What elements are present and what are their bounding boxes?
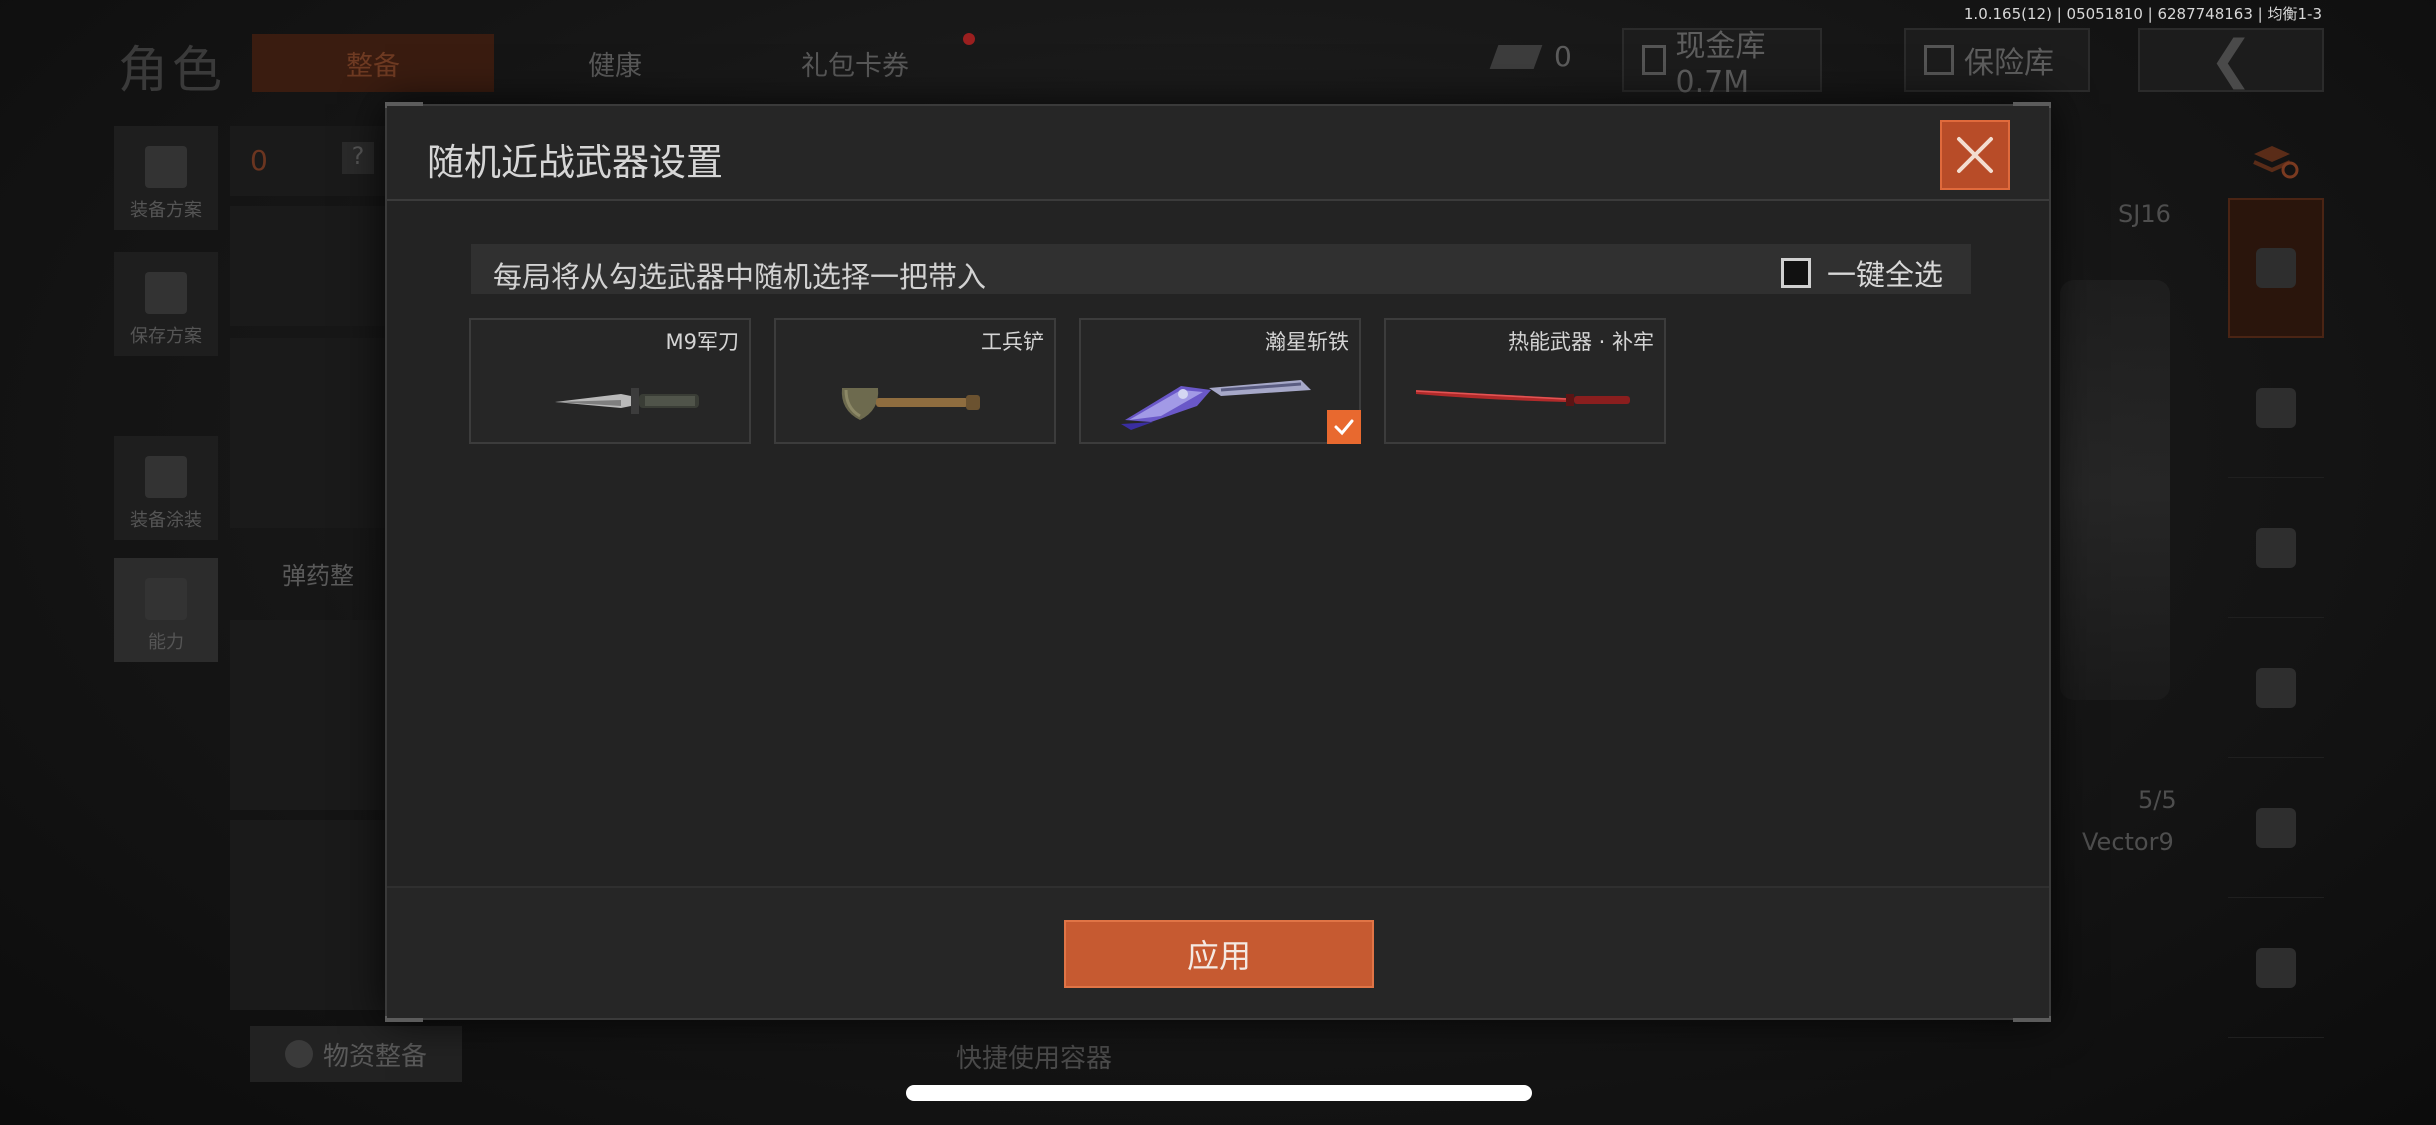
inventory-header: 0 ? [230,126,386,196]
close-button[interactable] [1940,120,2010,190]
cash-vault-label: 现金库 0.7M [1675,28,1766,100]
weapon-card-shovel[interactable]: 工兵铲 [774,318,1056,444]
left-menu-ability[interactable]: 能力 [114,558,218,662]
left-menu-label: 能力 [148,632,184,653]
weapon-card-thermal[interactable]: 热能武器 · 补牢 [1384,318,1666,444]
weapon-slot-label: SJ16 [2118,200,2171,228]
dialog-footer: 应用 [387,886,2049,1018]
rifle-icon [2256,527,2296,568]
purple-blade-icon [1121,380,1311,430]
random-melee-weapon-dialog: 随机近战武器设置 每局将从勾选武器中随机选择一把带入 一键全选 M9军刀 工兵铲 [385,102,2051,1022]
instruction-text: 每局将从勾选武器中随机选择一把带入 [493,260,987,294]
dialog-header: 随机近战武器设置 [387,106,2049,201]
select-all-checkbox[interactable] [1780,258,1811,288]
currency-icon [1489,44,1543,69]
weapon-name: M9军刀 [665,330,739,354]
safe-label: 保险库 [1964,46,2054,81]
weapon-slot-label: Vector9 [2082,828,2174,856]
help-icon[interactable]: ? [342,142,374,174]
supplies-label: 物资整备 [322,1041,427,1072]
safe-icon [1924,45,1954,75]
weapon-card-star-blade[interactable]: 瀚星斩铁 [1079,318,1361,444]
shovel-icon [841,388,980,420]
select-all-label: 一键全选 [1826,258,1943,292]
rifle-image [2060,280,2170,700]
safe-vault-button[interactable]: 保险库 [1904,28,2090,92]
notification-dot [963,33,975,45]
category-ammo[interactable] [2228,758,2324,898]
tab-loadout[interactable]: 整备 [252,34,494,92]
scope-icon [2256,947,2296,988]
inventory-count: 0 [250,144,268,177]
dialog-title: 随机近战武器设置 [427,141,723,184]
category-rifle[interactable] [2228,478,2324,618]
back-button[interactable]: ❮ [2138,28,2324,92]
category-armor[interactable] [2228,198,2324,338]
weapon-name: 热能武器 · 补牢 [1507,330,1654,354]
slot-panel [230,338,386,528]
helmet-icon [2256,387,2296,428]
helmet-icon [145,456,187,498]
lightning-icon [145,578,187,620]
left-menu-label: 装备涂装 [130,510,202,531]
stack-refresh-icon[interactable] [2250,140,2300,180]
check-icon [1334,419,1354,436]
cash-vault-icon [1642,45,1666,75]
weapon-selected-checkbox[interactable] [1327,410,1361,444]
currency-display: 0 [1489,40,1572,73]
quick-container-label: 快捷使用容器 [956,1044,1113,1074]
close-icon [1957,137,1993,173]
category-helmet[interactable] [2228,338,2324,478]
category-magazine[interactable] [2228,618,2324,758]
bullet-icon [2256,807,2296,848]
category-scope[interactable] [2228,898,2324,1038]
apply-button[interactable]: 应用 [1064,920,1374,988]
left-menu-label: 保存方案 [130,326,202,347]
ammo-label: 弹药整 [282,562,354,590]
left-menu-label: 装备方案 [130,200,202,221]
left-menu-loadout-plan[interactable]: 装备方案 [114,126,218,230]
home-indicator[interactable] [906,1085,1532,1101]
red-katana-icon [1416,390,1630,406]
slot-panel [230,820,386,1010]
tab-health[interactable]: 健康 [540,34,690,92]
page-title: 角色 [118,41,226,99]
select-all-toggle[interactable]: 一键全选 [1780,252,1943,294]
instruction-bar: 每局将从勾选武器中随机选择一把带入 一键全选 [471,244,1971,294]
left-menu-skin[interactable]: 装备涂装 [114,436,218,540]
weapon-card-m9[interactable]: M9军刀 [469,318,751,444]
magazine-icon [2256,667,2296,708]
download-icon [145,272,187,314]
vest-icon [145,146,187,188]
weapon-name: 工兵铲 [981,330,1044,354]
currency-value: 0 [1554,40,1572,73]
slot-panel [230,620,386,810]
armor-icon [2256,248,2296,288]
weapon-slot-count: 5/5 [2138,786,2177,814]
supplies-button[interactable]: 物资整备 [250,1026,462,1082]
slot-panel [230,206,386,326]
tab-gift-vouchers[interactable]: 礼包卡券 [770,34,940,92]
chevron-left-icon: ❮ [2209,30,2253,90]
cash-vault-button[interactable]: 现金库 0.7M [1622,28,1822,100]
category-strip [2228,198,2324,1038]
combat-knife-icon [555,388,699,414]
version-text: 1.0.165(12) | 05051810 | 6287748163 | 均衡… [1963,5,2322,23]
supplies-icon [284,1040,313,1068]
left-menu-save-plan[interactable]: 保存方案 [114,252,218,356]
weapon-name: 瀚星斩铁 [1265,330,1349,354]
